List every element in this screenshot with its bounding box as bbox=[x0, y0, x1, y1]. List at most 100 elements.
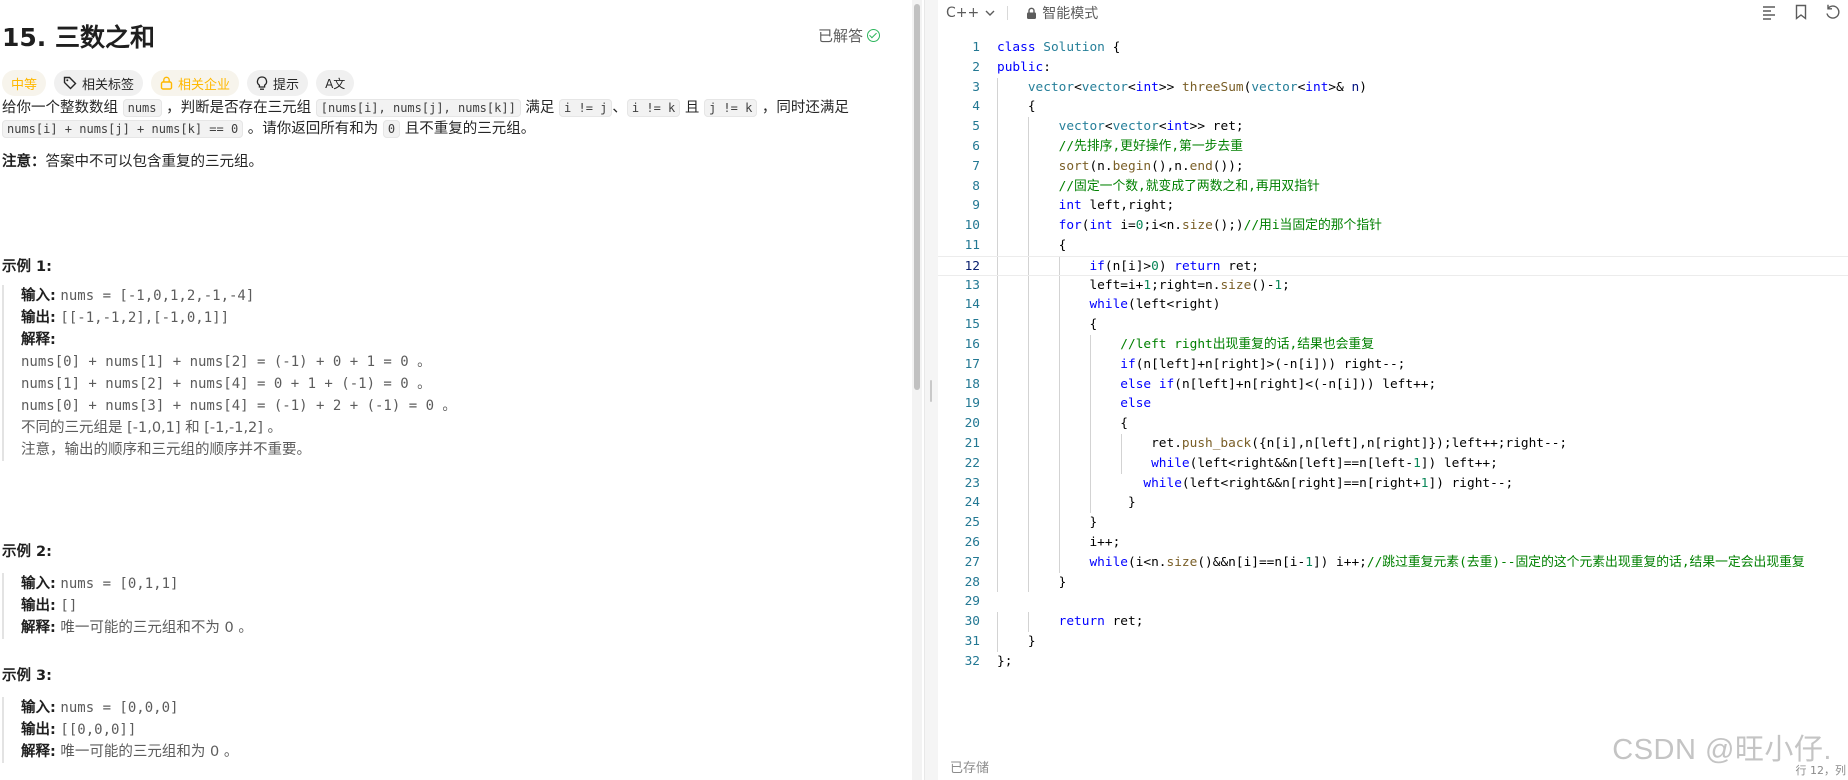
code-text: while(i<n.size()&&n[i]==n[i-1]) i++;//跳过… bbox=[1089, 554, 1805, 570]
inline-code: i != j bbox=[559, 99, 613, 117]
line-number: 6 bbox=[972, 139, 980, 154]
example-1-box: 输入: nums = [-1,0,1,2,-1,-4] 输出: [[-1,-1,… bbox=[2, 285, 862, 461]
line-number: 31 bbox=[964, 634, 980, 649]
code-line[interactable]: 23 while(left<right&&n[right]==n[right+1… bbox=[938, 473, 1848, 494]
input-value: nums = [0,1,1] bbox=[60, 576, 179, 592]
line-number: 15 bbox=[964, 317, 980, 333]
hint-button[interactable]: 提示 bbox=[247, 70, 309, 96]
reset-icon[interactable] bbox=[1824, 3, 1842, 21]
related-tags-button[interactable]: 相关标签 bbox=[54, 70, 144, 96]
code-line[interactable]: 19 else bbox=[938, 394, 1848, 415]
format-icon[interactable] bbox=[1760, 3, 1778, 21]
desc-text: 。请你返回所有和为 bbox=[243, 121, 383, 137]
example-2-box: 输入: nums = [0,1,1] 输出: [] 解释: 唯一可能的三元组和不… bbox=[2, 573, 862, 639]
editor-toolbar: C++ 智能模式 bbox=[938, 0, 1848, 26]
problem-title: 15. 三数之和 bbox=[2, 23, 155, 52]
code-line[interactable]: 16 //left right出现重复的话,结果也会重复 bbox=[938, 335, 1848, 355]
code-line[interactable]: 18 else if(n[left]+n[right]<(-n[i])) lef… bbox=[938, 374, 1848, 395]
bookmark-icon[interactable] bbox=[1792, 3, 1810, 21]
difficulty-badge: 中等 bbox=[2, 70, 47, 96]
explain-line: 不同的三元组是 [-1,0,1] 和 [-1,-1,2] 。 bbox=[21, 417, 862, 439]
line-number: 7 bbox=[972, 158, 980, 174]
scrollbar-thumb[interactable] bbox=[914, 4, 920, 390]
code-text: else bbox=[1120, 396, 1152, 412]
line-number: 8 bbox=[972, 178, 980, 194]
related-companies-button[interactable]: 相关企业 bbox=[151, 70, 240, 96]
resize-grip[interactable] bbox=[930, 380, 932, 402]
code-line[interactable]: 21 ret.push_back({n[i],n[left],n[right]}… bbox=[938, 434, 1848, 454]
code-line[interactable]: 3 vector<vector<int>> threeSum(vector<in… bbox=[938, 77, 1848, 98]
check-circle-icon bbox=[867, 29, 880, 42]
example-input: 输入: nums = [0,1,1] bbox=[21, 573, 862, 595]
code-line[interactable]: 26 i++; bbox=[938, 533, 1848, 553]
line-number: 12 bbox=[964, 258, 980, 274]
code-line[interactable]: 10 for(int i=0;i<n.size();)//用i当固定的那个指针 bbox=[938, 216, 1848, 236]
line-number: 30 bbox=[964, 614, 980, 630]
output-label: 输出: bbox=[21, 310, 56, 326]
code-line[interactable]: 11 { bbox=[938, 236, 1848, 256]
code-line[interactable]: 31 } bbox=[938, 632, 1848, 652]
mode-selector[interactable]: 智能模式 bbox=[1026, 3, 1098, 23]
panel-resize-handle[interactable] bbox=[924, 0, 938, 780]
code-line[interactable]: 5 vector<vector<int>> ret; bbox=[938, 117, 1848, 137]
code-line[interactable]: 30 return ret; bbox=[938, 612, 1848, 632]
code-line[interactable]: 14 while(left<right) bbox=[938, 295, 1848, 316]
line-number: 25 bbox=[964, 515, 980, 531]
solved-status[interactable]: 已解答 bbox=[818, 25, 880, 46]
code-text: { bbox=[997, 238, 1067, 253]
code-text: } bbox=[997, 574, 1067, 590]
toolbar-divider bbox=[1007, 6, 1009, 20]
output-label: 输出: bbox=[21, 722, 56, 738]
code-line[interactable]: 6 //先排序,更好操作,第一步去重 bbox=[938, 137, 1848, 157]
explain-line: nums[0] + nums[1] + nums[2] = (-1) + 0 +… bbox=[21, 351, 862, 373]
problem-tags: 中等 相关标签 相关企业 提示 A文 bbox=[2, 70, 355, 96]
language-selector[interactable]: C++ bbox=[946, 5, 995, 21]
code-line[interactable]: 25 } bbox=[938, 513, 1848, 533]
code-text: if(n[i]>0) return ret; bbox=[1089, 258, 1260, 274]
description-scrollbar[interactable] bbox=[912, 0, 922, 780]
code-text: public: bbox=[997, 59, 1051, 75]
translate-button[interactable]: A文 bbox=[316, 70, 355, 96]
code-line[interactable]: 29 bbox=[938, 592, 1848, 612]
code-line[interactable]: 32}; bbox=[938, 652, 1848, 672]
line-number: 17 bbox=[964, 356, 980, 372]
line-number: 11 bbox=[964, 238, 980, 253]
code-text: ret.push_back({n[i],n[left],n[right]});l… bbox=[997, 436, 1568, 451]
code-line[interactable]: 1 class Solution { bbox=[938, 38, 1848, 58]
code-line[interactable]: 17 if(n[left]+n[right]>(-n[i])) right--; bbox=[938, 354, 1848, 375]
code-text: int left,right; bbox=[1058, 198, 1175, 214]
code-line[interactable]: 20 { bbox=[938, 414, 1848, 434]
explain-text: nums[0] + nums[3] + nums[4] = (-1) + 2 +… bbox=[21, 398, 457, 414]
toolbar-actions bbox=[1760, 3, 1842, 21]
input-value: nums = [0,0,0] bbox=[60, 700, 179, 716]
problem-description-panel: 15. 三数之和 已解答 中等 相关标签 相关企业 提示 A文 给你一个整数数组… bbox=[0, 0, 900, 780]
line-number: 22 bbox=[964, 455, 980, 471]
code-line[interactable]: 28 } bbox=[938, 572, 1848, 593]
code-text: if(n[left]+n[right]>(-n[i])) right--; bbox=[1120, 356, 1406, 372]
code-line[interactable]: 12 if(n[i]>0) return ret; bbox=[938, 255, 1848, 276]
code-editor[interactable]: 1 class Solution {2 public: 3 vector<vector… bbox=[938, 38, 1848, 678]
code-text: //固定一个数,就变成了两数之和,再用双指针 bbox=[1058, 178, 1320, 194]
code-text: return ret; bbox=[1058, 614, 1144, 630]
line-number: 24 bbox=[964, 495, 980, 511]
line-number: 1 bbox=[972, 40, 980, 55]
related-tags-label: 相关标签 bbox=[82, 77, 135, 93]
code-line[interactable]: 8 //固定一个数,就变成了两数之和,再用双指针 bbox=[938, 176, 1848, 197]
lock-icon bbox=[160, 76, 173, 90]
code-line[interactable]: 13 left=i+1;right=n.size()-1; bbox=[938, 275, 1848, 296]
explain-text: nums[1] + nums[2] + nums[4] = 0 + 1 + (-… bbox=[21, 376, 432, 392]
line-number: 2 bbox=[972, 59, 980, 75]
solved-label: 已解答 bbox=[817, 27, 863, 45]
code-line[interactable]: 15 { bbox=[938, 315, 1848, 335]
hint-label: 提示 bbox=[273, 77, 300, 93]
code-line[interactable]: 7 sort(n.begin(),n.end()); bbox=[938, 156, 1848, 177]
output-value: [] bbox=[60, 598, 78, 614]
code-line[interactable]: 27 while(i<n.size()&&n[i]==n[i-1]) i++;/… bbox=[938, 552, 1848, 573]
code-line[interactable]: 2 public: bbox=[938, 58, 1848, 78]
explain-label: 解释: bbox=[21, 744, 56, 760]
code-line[interactable]: 9 int left,right; bbox=[938, 196, 1848, 217]
code-line[interactable]: 4 { bbox=[938, 97, 1848, 118]
code-line[interactable]: 22 while(left<right&&n[left]==n[left-1])… bbox=[938, 453, 1848, 474]
code-line[interactable]: 24 } bbox=[938, 493, 1848, 514]
inline-code: nums[i] + nums[j] + nums[k] == 0 bbox=[2, 120, 244, 138]
